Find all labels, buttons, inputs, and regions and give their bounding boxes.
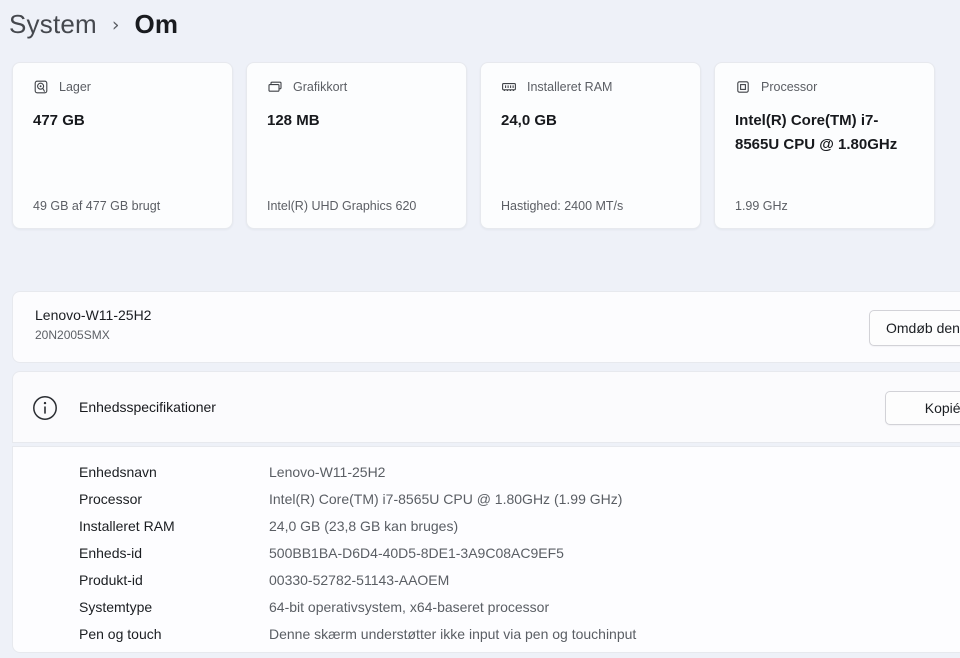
spec-value: 64-bit operativsystem, x64-baseret proce… [269,598,550,615]
card-storage-label: Lager [59,80,91,94]
card-processor-footer: 1.99 GHz [735,199,788,213]
card-storage-footer: 49 GB af 477 GB brugt [33,199,161,213]
device-model: 20N2005SMX [35,328,110,342]
card-ram-footer: Hastighed: 2400 MT/s [501,199,624,213]
spec-row-processor: Processor Intel(R) Core(TM) i7-8565U CPU… [79,485,960,512]
ram-icon [501,79,517,95]
card-graphics-footer: Intel(R) UHD Graphics 620 [267,199,417,213]
spec-table: Enhedsnavn Lenovo-W11-25H2 Processor Int… [13,447,960,647]
page-title: Om [134,8,179,39]
spec-value: 500BB1BA-D6D4-40D5-8DE1-3A9C08AC9EF5 [269,544,564,561]
card-storage: Lager 477 GB 49 GB af 477 GB brugt [12,62,233,229]
device-specs-title: Enhedsspecifikationer [79,399,216,415]
card-graphics-label: Grafikkort [293,80,348,94]
card-ram-value: 24,0 GB [501,112,557,129]
summary-cards: Lager 477 GB 49 GB af 477 GB brugt Grafi… [12,62,935,229]
spec-row-pen-touch: Pen og touch Denne skærm understøtter ik… [79,620,960,647]
spec-row-device-id: Enheds-id 500BB1BA-D6D4-40D5-8DE1-3A9C08… [79,539,960,566]
card-ram-header: Installeret RAM [501,79,680,95]
device-name: Lenovo-W11-25H2 [35,307,152,323]
spec-value: Denne skærm understøtter ikke input via … [269,625,637,642]
spec-row-product-id: Produkt-id 00330-52782-51143-AAOEM [79,566,960,593]
card-processor-value: Intel(R) Core(TM) i7-8565U CPU @ 1.80GHz [735,112,898,153]
cpu-icon [735,79,751,95]
rename-pc-button[interactable]: Omdøb denne pc [869,310,960,346]
spec-label: Pen og touch [79,625,162,642]
chevron-right-icon: › [111,13,120,36]
card-ram-label: Installeret RAM [527,80,613,94]
card-graphics-value: 128 MB [267,112,320,129]
card-processor: Processor Intel(R) Core(TM) i7-8565U CPU… [714,62,935,229]
device-name-panel: Lenovo-W11-25H2 20N2005SMX Omdøb denne p… [12,291,960,363]
device-specs-content: Enhedsnavn Lenovo-W11-25H2 Processor Int… [12,446,960,653]
spec-label: Processor [79,490,143,507]
spec-label: Systemtype [79,598,153,615]
spec-value: 00330-52782-51143-AAOEM [269,571,450,588]
spec-value: Lenovo-W11-25H2 [269,463,386,480]
spec-row-system-type: Systemtype 64-bit operativsystem, x64-ba… [79,593,960,620]
spec-label: Enheds-id [79,544,143,561]
card-ram: Installeret RAM 24,0 GB Hastighed: 2400 … [480,62,701,229]
copy-button[interactable]: Kopiér [885,391,960,425]
settings-about-page: System › Om Lager 477 GB 49 GB af 477 GB… [0,0,960,658]
card-graphics-header: Grafikkort [267,79,446,95]
spec-label: Installeret RAM [79,517,175,534]
card-processor-header: Processor [735,79,914,95]
card-graphics: Grafikkort 128 MB Intel(R) UHD Graphics … [246,62,467,229]
info-icon [32,395,58,426]
storage-icon [33,79,49,95]
card-processor-label: Processor [761,80,818,94]
gpu-icon [267,79,283,95]
spec-row-ram: Installeret RAM 24,0 GB (23,8 GB kan bru… [79,512,960,539]
spec-label: Enhedsnavn [79,463,157,480]
spec-row-device-name: Enhedsnavn Lenovo-W11-25H2 [79,458,960,485]
breadcrumb-system-link[interactable]: System [9,9,97,40]
breadcrumb: System › Om [9,2,178,46]
spec-value: Intel(R) Core(TM) i7-8565U CPU @ 1.80GHz… [269,490,623,507]
card-storage-header: Lager [33,79,212,95]
spec-value: 24,0 GB (23,8 GB kan bruges) [269,517,459,534]
device-specs-expander[interactable]: Enhedsspecifikationer Kopiér [12,371,960,443]
card-storage-value: 477 GB [33,112,85,129]
spec-label: Produkt-id [79,571,143,588]
